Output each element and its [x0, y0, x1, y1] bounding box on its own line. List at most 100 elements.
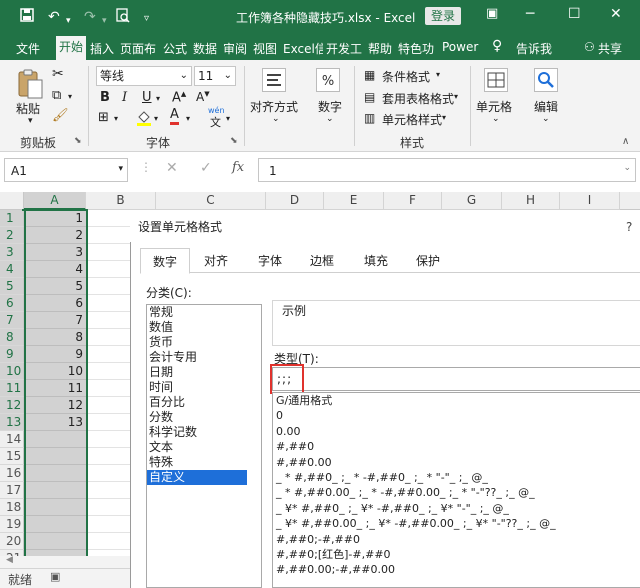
cells-icon[interactable]: [484, 68, 508, 95]
category-item[interactable]: 文本: [147, 440, 247, 455]
format-code-item[interactable]: #,##0;[红色]-#,##0: [276, 547, 391, 563]
table-cell[interactable]: 8: [24, 329, 86, 346]
row-header[interactable]: 7: [0, 312, 24, 329]
copy-dropdown-icon[interactable]: ▾: [68, 92, 72, 101]
tab-file[interactable]: 文件: [16, 40, 40, 57]
save-icon[interactable]: [20, 8, 34, 27]
table-cell[interactable]: 13: [24, 414, 86, 431]
underline-button[interactable]: U: [142, 90, 152, 105]
scroll-left-icon[interactable]: ◀: [6, 555, 13, 565]
select-all-corner[interactable]: [0, 192, 24, 210]
column-header-c[interactable]: C: [156, 192, 266, 210]
table-cell[interactable]: [24, 431, 86, 448]
column-header-g[interactable]: G: [442, 192, 502, 210]
row-header[interactable]: 6: [0, 295, 24, 312]
share-icon[interactable]: ⚇: [584, 40, 595, 54]
row-header[interactable]: 5: [0, 278, 24, 295]
row-header[interactable]: 1: [0, 210, 24, 227]
font-name-combo[interactable]: 等线 ⌄: [96, 66, 192, 86]
restore-button[interactable]: ☐: [568, 6, 581, 22]
table-cell[interactable]: [24, 516, 86, 533]
font-grow-icon[interactable]: A▲: [172, 90, 186, 105]
table-cell[interactable]: [24, 533, 86, 550]
tell-me-search[interactable]: 告诉我: [516, 40, 552, 57]
chevron-down-icon[interactable]: ▾: [442, 113, 446, 122]
table-cell[interactable]: 4: [24, 261, 86, 278]
number-dropdown-icon[interactable]: ⌄: [326, 114, 334, 124]
table-cell[interactable]: [24, 465, 86, 482]
format-painter-icon[interactable]: 🖌: [52, 108, 69, 123]
chevron-down-icon[interactable]: ▾: [436, 70, 440, 79]
alignment-button[interactable]: 对齐方式: [250, 98, 298, 115]
format-code-item[interactable]: _ * #,##0_ ;_ * -#,##0_ ;_ * "-"_ ;_ @_: [276, 470, 488, 486]
borders-icon[interactable]: ⊞: [98, 110, 109, 125]
formula-input[interactable]: 1 ⌄: [258, 158, 636, 182]
minimize-button[interactable]: ─: [526, 6, 534, 22]
row-header[interactable]: 14: [0, 431, 24, 448]
insert-function-button[interactable]: fx: [232, 160, 244, 175]
table-cell[interactable]: 1: [24, 210, 86, 227]
number-button[interactable]: 数字: [318, 98, 342, 115]
copy-icon[interactable]: ⧉: [52, 88, 61, 103]
tab-border[interactable]: 边框: [298, 250, 346, 272]
column-header-b[interactable]: B: [86, 192, 156, 210]
undo-dropdown-icon[interactable]: ▾: [66, 12, 71, 30]
phonetic-guide-button[interactable]: 文: [210, 114, 221, 130]
table-cell[interactable]: 7: [24, 312, 86, 329]
table-cell[interactable]: [24, 499, 86, 516]
row-header[interactable]: 13: [0, 414, 24, 431]
expand-formula-icon[interactable]: ⌄: [623, 163, 631, 173]
tab-insert[interactable]: 插入: [90, 40, 114, 57]
cells-button[interactable]: 单元格: [476, 98, 512, 115]
column-header-h[interactable]: H: [502, 192, 560, 210]
row-header[interactable]: 4: [0, 261, 24, 278]
row-header[interactable]: 19: [0, 516, 24, 533]
row-header[interactable]: 12: [0, 397, 24, 414]
table-cell[interactable]: [24, 482, 86, 499]
grid-cells[interactable]: [86, 210, 130, 568]
cut-icon[interactable]: ✂: [52, 66, 64, 82]
tab-formulas[interactable]: 公式: [163, 40, 187, 57]
row-header[interactable]: 15: [0, 448, 24, 465]
table-cell[interactable]: 2: [24, 227, 86, 244]
tab-alignment[interactable]: 对齐: [192, 250, 240, 272]
tab-page-layout[interactable]: 页面布: [120, 40, 156, 57]
tab-protection[interactable]: 保护: [404, 250, 452, 272]
macro-record-icon[interactable]: ▣: [50, 570, 60, 583]
row-header[interactable]: 20: [0, 533, 24, 550]
column-header-i[interactable]: I: [560, 192, 620, 210]
phonetic-dropdown-icon[interactable]: ▾: [226, 114, 230, 123]
fill-color-icon[interactable]: [136, 109, 152, 130]
row-header[interactable]: 3: [0, 244, 24, 261]
tab-excel-addin[interactable]: Excel信: [283, 40, 323, 57]
alignment-icon[interactable]: [262, 68, 286, 95]
row-header[interactable]: 18: [0, 499, 24, 516]
name-box[interactable]: A1 ▾: [4, 158, 128, 182]
format-code-item[interactable]: _ ¥* #,##0.00_ ;_ ¥* -#,##0.00_ ;_ ¥* "-…: [276, 516, 556, 532]
conditional-format-button[interactable]: 条件格式: [382, 68, 430, 85]
tab-features[interactable]: 特色功: [398, 40, 434, 57]
tab-home[interactable]: 开始: [56, 36, 86, 60]
confirm-entry-icon[interactable]: ✓: [200, 160, 212, 176]
category-item[interactable]: 百分比: [147, 395, 247, 410]
table-cell[interactable]: 6: [24, 295, 86, 312]
borders-dropdown-icon[interactable]: ▾: [114, 114, 118, 123]
tab-developer[interactable]: 开发工: [326, 40, 362, 57]
category-item[interactable]: 科学记数: [147, 425, 247, 440]
alignment-dropdown-icon[interactable]: ⌄: [272, 114, 280, 124]
format-code-item[interactable]: 0: [276, 408, 283, 424]
login-button[interactable]: 登录: [425, 7, 461, 25]
row-header[interactable]: 9: [0, 346, 24, 363]
paste-dropdown-icon[interactable]: ▾: [28, 116, 33, 126]
format-code-item[interactable]: G/通用格式: [276, 393, 332, 409]
format-code-item[interactable]: #,##0;-#,##0: [276, 532, 360, 548]
clipboard-launcher-icon[interactable]: ⬊: [74, 136, 82, 146]
row-header[interactable]: 8: [0, 329, 24, 346]
font-launcher-icon[interactable]: ⬊: [230, 136, 238, 146]
category-item[interactable]: 自定义: [147, 470, 247, 485]
format-as-table-button[interactable]: 套用表格格式: [382, 90, 454, 107]
fill-color-dropdown-icon[interactable]: ▾: [154, 114, 158, 123]
paste-icon[interactable]: [16, 68, 44, 103]
tab-data[interactable]: 数据: [193, 40, 217, 57]
font-shrink-icon[interactable]: A▼: [196, 90, 210, 104]
